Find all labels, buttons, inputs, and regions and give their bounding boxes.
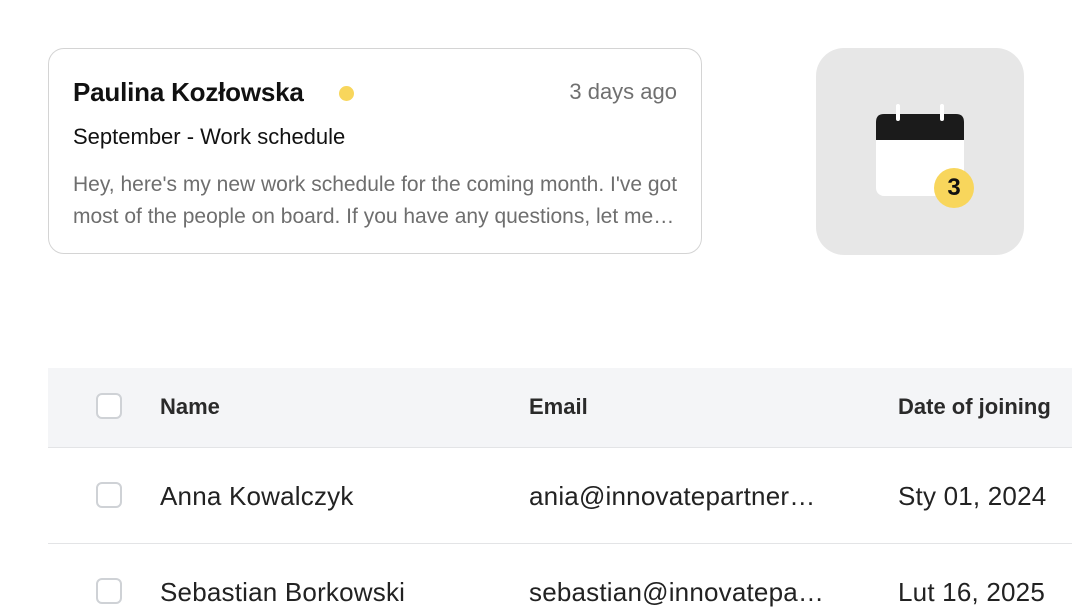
cell-email: sebastian@innovatepa… xyxy=(529,577,825,607)
row-checkbox[interactable] xyxy=(96,482,122,508)
cell-name: Anna Kowalczyk xyxy=(160,481,354,511)
page: Paulina Kozłowska 3 days ago September -… xyxy=(0,0,1072,610)
table-header-row: Name Email Date of joining xyxy=(48,368,1072,448)
notification-badge: 3 xyxy=(934,168,974,208)
cell-email: ania@innovatepartner… xyxy=(529,481,816,511)
unread-status-dot xyxy=(339,86,354,101)
message-card[interactable]: Paulina Kozłowska 3 days ago September -… xyxy=(48,48,702,254)
column-header-date-of-joining[interactable]: Date of joining xyxy=(898,394,1072,420)
table-row[interactable]: Sebastian Borkowski sebastian@innovatepa… xyxy=(48,544,1072,610)
row-checkbox[interactable] xyxy=(96,578,122,604)
message-sender: Paulina Kozłowska xyxy=(73,77,304,107)
table-row[interactable]: Anna Kowalczyk ania@innovatepartner… Sty… xyxy=(48,448,1072,544)
message-timestamp: 3 days ago xyxy=(569,79,677,104)
select-all-checkbox[interactable] xyxy=(96,393,122,419)
message-subject: September - Work schedule xyxy=(73,124,346,149)
message-preview: Hey, here's my new work schedule for the… xyxy=(73,173,678,228)
cell-date-of-joining: Sty 01, 2024 xyxy=(898,481,1047,511)
cell-name: Sebastian Borkowski xyxy=(160,577,406,607)
column-header-email[interactable]: Email xyxy=(529,394,879,420)
column-header-name[interactable]: Name xyxy=(160,394,500,420)
cell-date-of-joining: Lut 16, 2025 xyxy=(898,577,1045,607)
members-table: Name Email Date of joining Anna Kowalczy… xyxy=(48,368,1072,610)
calendar-tile[interactable]: 3 xyxy=(816,48,1024,255)
